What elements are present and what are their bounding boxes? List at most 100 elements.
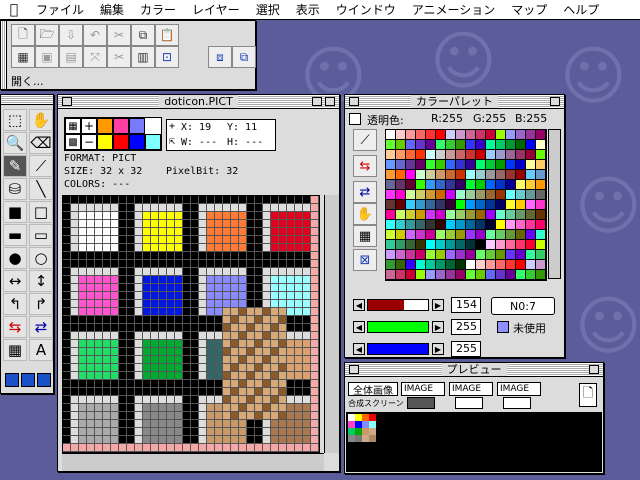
pixel-cell[interactable]	[207, 252, 215, 260]
pixel-cell[interactable]	[111, 220, 119, 228]
palette-color-cell[interactable]	[446, 180, 456, 190]
pixel-cell[interactable]	[87, 204, 95, 212]
pixel-cell[interactable]	[175, 412, 183, 420]
pixel-cell[interactable]	[103, 196, 111, 204]
pixel-cell[interactable]	[63, 332, 71, 340]
pixel-cell[interactable]	[95, 284, 103, 292]
pixel-cell[interactable]	[71, 276, 79, 284]
pixel-cell[interactable]	[63, 372, 71, 380]
pixel-cell[interactable]	[119, 316, 127, 324]
pixel-cell[interactable]	[151, 252, 159, 260]
pixel-cell[interactable]	[191, 404, 199, 412]
pixel-cell[interactable]	[231, 388, 239, 396]
palette-color-cell[interactable]	[496, 260, 506, 270]
pixel-cell[interactable]	[191, 196, 199, 204]
pixel-cell[interactable]	[159, 244, 167, 252]
pixel-cell[interactable]	[287, 196, 295, 204]
pixel-cell[interactable]	[247, 428, 255, 436]
palette-color-cell[interactable]	[456, 130, 466, 140]
palette-color-cell[interactable]	[386, 170, 396, 180]
pixel-cell[interactable]	[79, 372, 87, 380]
palette-color-cell[interactable]	[506, 240, 516, 250]
pixel-cell[interactable]	[183, 436, 191, 444]
pixel-cell[interactable]	[191, 372, 199, 380]
pixel-cell[interactable]	[95, 348, 103, 356]
pixel-cell[interactable]	[247, 364, 255, 372]
pixel-cell[interactable]	[191, 244, 199, 252]
pixel-cell[interactable]	[71, 412, 79, 420]
palette-color-cell[interactable]	[466, 250, 476, 260]
pixel-cell[interactable]	[79, 420, 87, 428]
paint-bucket-icon[interactable]: ⛁	[3, 178, 27, 200]
pixel-cell[interactable]	[167, 196, 175, 204]
pixel-cell[interactable]	[191, 212, 199, 220]
flip-vertical-icon[interactable]: ↕	[29, 270, 53, 292]
pixel-cell[interactable]	[287, 300, 295, 308]
pixel-cell[interactable]	[119, 428, 127, 436]
pixel-cell[interactable]	[183, 332, 191, 340]
pixel-cell[interactable]	[127, 412, 135, 420]
pixel-cell[interactable]	[223, 300, 231, 308]
pixel-cell[interactable]	[167, 212, 175, 220]
swatch-cyan[interactable]	[145, 134, 161, 150]
pixel-cell[interactable]	[167, 324, 175, 332]
pixel-cell[interactable]	[191, 276, 199, 284]
pixel-cell[interactable]	[95, 204, 103, 212]
menu-select[interactable]: 選択	[248, 0, 288, 20]
pixel-cell[interactable]	[199, 396, 207, 404]
pixel-cell[interactable]	[135, 236, 143, 244]
palette-color-cell[interactable]	[446, 220, 456, 230]
pixel-cell[interactable]	[191, 428, 199, 436]
palette-color-cell[interactable]	[466, 190, 476, 200]
blue-value[interactable]: 255	[451, 341, 481, 357]
pixel-cell[interactable]	[191, 332, 199, 340]
palette-color-cell[interactable]	[526, 250, 536, 260]
pixel-cell[interactable]	[143, 228, 151, 236]
pixel-cell[interactable]	[279, 420, 287, 428]
pixel-cell[interactable]	[223, 268, 231, 276]
pixel-cell[interactable]	[183, 196, 191, 204]
pixel-cell[interactable]	[199, 308, 207, 316]
palette-color-cell[interactable]	[506, 270, 516, 280]
pixel-cell[interactable]	[191, 436, 199, 444]
palette-color-cell[interactable]	[516, 270, 526, 280]
pixel-cell[interactable]	[167, 236, 175, 244]
pixel-cell[interactable]	[103, 260, 111, 268]
pixel-cell[interactable]	[87, 308, 95, 316]
pixel-cell[interactable]	[279, 316, 287, 324]
pixel-cell[interactable]	[263, 268, 271, 276]
pixel-cell[interactable]	[119, 396, 127, 404]
new-file-icon[interactable]: 🗋	[11, 24, 35, 46]
pixel-cell[interactable]	[119, 364, 127, 372]
pixel-cell[interactable]	[279, 436, 287, 444]
pixel-cell[interactable]	[247, 308, 255, 316]
pixel-cell[interactable]	[207, 276, 215, 284]
palette-color-cell[interactable]	[416, 220, 426, 230]
pixel-cell[interactable]	[287, 220, 295, 228]
pixel-cell[interactable]	[199, 436, 207, 444]
pixel-cell[interactable]	[311, 380, 319, 388]
palette-color-cell[interactable]	[466, 160, 476, 170]
pixel-cell[interactable]	[71, 420, 79, 428]
pixel-cell[interactable]	[271, 228, 279, 236]
pixel-cell[interactable]	[151, 196, 159, 204]
filled-roundrect-icon[interactable]: ▬	[3, 224, 27, 246]
pixel-cell[interactable]	[167, 428, 175, 436]
pixel-cell[interactable]	[239, 196, 247, 204]
pixel-cell[interactable]	[183, 244, 191, 252]
pixel-cell[interactable]	[311, 308, 319, 316]
pixel-cell[interactable]	[143, 260, 151, 268]
palette-color-cell[interactable]	[466, 200, 476, 210]
palette-color-cell[interactable]	[386, 150, 396, 160]
pixel-cell[interactable]	[239, 372, 247, 380]
pixel-cell[interactable]	[311, 212, 319, 220]
palette-color-cell[interactable]	[496, 200, 506, 210]
zoom-in-icon[interactable]: +	[81, 118, 97, 134]
palette-color-cell[interactable]	[486, 140, 496, 150]
pixel-cell[interactable]	[87, 444, 95, 452]
pixel-cell[interactable]	[223, 276, 231, 284]
pixel-cell[interactable]	[119, 348, 127, 356]
pixel-cell[interactable]	[183, 396, 191, 404]
layer-1-visibility-icon[interactable]	[407, 397, 435, 409]
pixel-cell[interactable]	[255, 260, 263, 268]
